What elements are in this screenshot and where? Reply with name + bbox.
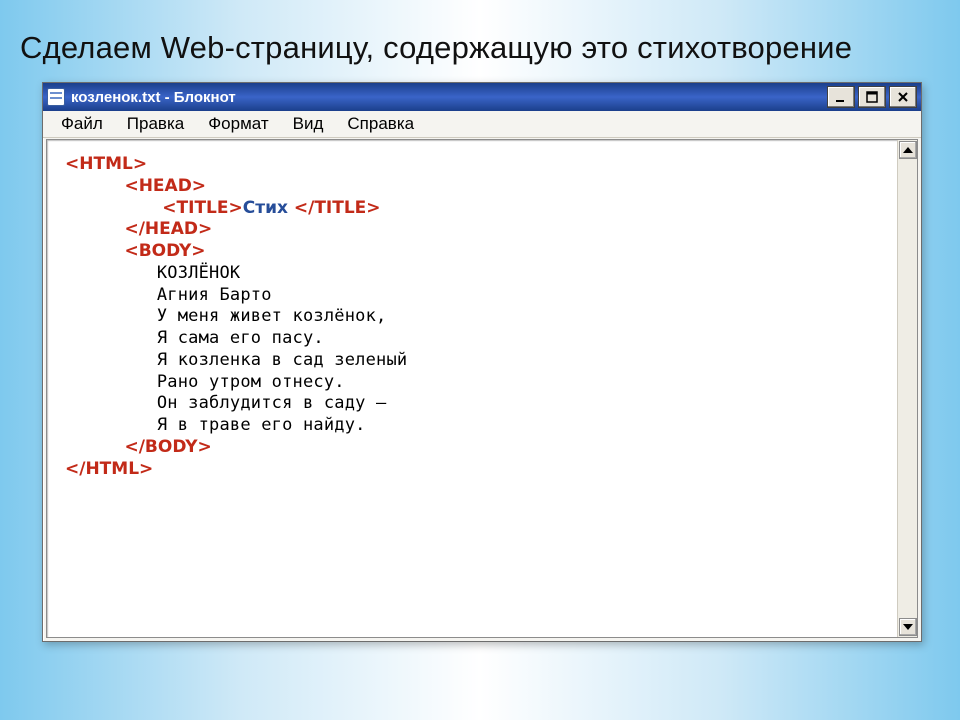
titlebar: козленок.txt - Блокнот bbox=[43, 83, 921, 111]
poem-line-5: Я козленка в сад зеленый bbox=[157, 350, 407, 370]
client-area: <HTML> <HEAD> <TITLE>Стих </TITLE> </HEA… bbox=[46, 139, 918, 638]
poem-line-3: У меня живет козлёнок, bbox=[157, 306, 387, 326]
text-area[interactable]: <HTML> <HEAD> <TITLE>Стих </TITLE> </HEA… bbox=[47, 140, 897, 637]
menu-file[interactable]: Файл bbox=[49, 112, 115, 136]
scroll-down-button[interactable] bbox=[899, 618, 917, 636]
tag-head-open: <HEAD> bbox=[124, 176, 206, 196]
scroll-up-button[interactable] bbox=[899, 141, 917, 159]
tag-html-close: </HTML> bbox=[65, 459, 153, 479]
window-title: козленок.txt - Блокнот bbox=[71, 89, 827, 106]
tag-body-close: </BODY> bbox=[124, 437, 211, 457]
title-text: Стих bbox=[243, 198, 294, 218]
tag-body-open: <BODY> bbox=[124, 241, 205, 261]
menu-edit[interactable]: Правка bbox=[115, 112, 196, 136]
notepad-window: козленок.txt - Блокнот Файл Правка Форма… bbox=[42, 82, 922, 642]
close-button[interactable] bbox=[889, 86, 917, 108]
chevron-up-icon bbox=[903, 147, 913, 153]
chevron-down-icon bbox=[903, 624, 913, 630]
poem-line-1: КОЗЛЁНОК bbox=[157, 263, 240, 283]
poem-line-6: Рано утром отнесу. bbox=[157, 372, 345, 392]
poem-line-4: Я сама его пасу. bbox=[157, 328, 324, 348]
poem-line-7: Он заблудится в саду – bbox=[157, 393, 387, 413]
poem-line-8: Я в траве его найду. bbox=[157, 415, 366, 435]
maximize-button[interactable] bbox=[858, 86, 886, 108]
menu-format[interactable]: Формат bbox=[196, 112, 280, 136]
tag-html-open: <HTML> bbox=[65, 154, 147, 174]
slide-heading: Сделаем Web-страницу, содержащую это сти… bbox=[20, 30, 940, 66]
menu-help[interactable]: Справка bbox=[335, 112, 426, 136]
tag-head-close: </HEAD> bbox=[124, 219, 212, 239]
poem-line-2: Агния Барто bbox=[157, 285, 272, 305]
minimize-button[interactable] bbox=[827, 86, 855, 108]
menu-view[interactable]: Вид bbox=[281, 112, 336, 136]
window-buttons bbox=[827, 86, 917, 108]
document-icon bbox=[47, 88, 65, 106]
vertical-scrollbar[interactable] bbox=[897, 140, 917, 637]
tag-title-open: <TITLE> bbox=[162, 198, 242, 218]
slide: Сделаем Web-страницу, содержащую это сти… bbox=[0, 0, 960, 720]
tag-title-close: </TITLE> bbox=[294, 198, 381, 218]
menubar: Файл Правка Формат Вид Справка bbox=[43, 111, 921, 138]
